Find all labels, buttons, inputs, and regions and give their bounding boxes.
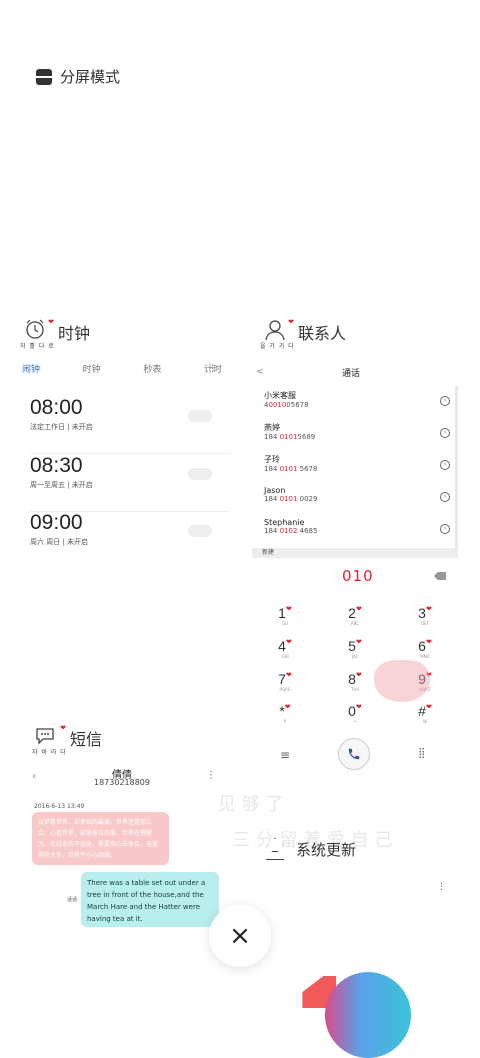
close-all-button[interactable]: ×: [209, 905, 271, 967]
tab-clock[interactable]: 时钟: [83, 362, 101, 375]
chevron-right-icon[interactable]: ›: [440, 428, 450, 438]
sender-label: 话话: [67, 897, 78, 903]
sms-app-header[interactable]: ❤ 자 바 라 다 短信: [32, 724, 103, 756]
contact-item[interactable]: Stephanie 184 0102 4685 ›: [252, 518, 458, 550]
contact-item[interactable]: 子玲 184 0101 5678 ›: [252, 454, 458, 486]
contact-item[interactable]: 燕婷 184 01015689 ›: [252, 422, 458, 454]
alarm-item[interactable]: 09:00 周六 周日 | 未开启: [30, 511, 230, 569]
more-menu-icon[interactable]: ⋮: [437, 882, 446, 892]
contacts-app-title: 联系人: [298, 324, 347, 343]
chevron-right-icon[interactable]: ›: [440, 396, 450, 406]
alarm-desc: 周一至周五 | 未开启: [30, 481, 93, 489]
chevron-right-icon[interactable]: ›: [440, 492, 450, 502]
system-update-header[interactable]: 系统更新: [264, 838, 356, 860]
contact-item[interactable]: Jason 184 0101 0029 ›: [252, 486, 458, 518]
message-date: 2016-6-13 13:49: [34, 803, 85, 810]
upload-arrow-icon: [264, 838, 286, 860]
alarm-item[interactable]: 08:30 周一至周五 | 未开启: [30, 454, 230, 512]
tab-stopwatch[interactable]: 秒表: [143, 362, 161, 375]
dialpad-key[interactable]: 7❤ PQRS: [270, 671, 300, 692]
dialpad-key[interactable]: #❤ W: [410, 703, 440, 724]
dialpad-grid-icon[interactable]: ⣿: [418, 748, 425, 759]
more-menu-icon[interactable]: ⋮: [208, 364, 217, 374]
message-icon: ❤ 자 바 라 다: [32, 724, 67, 756]
more-menu-icon[interactable]: ⋮: [206, 770, 216, 781]
scrollbar[interactable]: [455, 386, 458, 556]
dialpad-key[interactable]: 3❤ DEF: [410, 605, 440, 626]
clock-tabs: 闹钟 时钟 秒表 计时: [22, 362, 222, 375]
close-icon: ×: [229, 921, 251, 951]
alarm-clock-icon: ❤ 자 홀 다 로: [20, 318, 55, 350]
system-update-title: 系统更新: [296, 840, 357, 859]
split-mode-label: 分屏模式: [60, 68, 121, 86]
watermark-text: 见 够 了: [218, 794, 284, 815]
conversation-header: ‹ 倩倩 18730218809 ⋮: [22, 766, 222, 792]
chevron-right-icon[interactable]: ›: [440, 524, 450, 534]
clock-app-header[interactable]: ❤ 자 홀 다 로 时钟: [20, 318, 232, 350]
dialpad-key[interactable]: 2❤ ABC: [340, 605, 370, 626]
dialpad-key[interactable]: 5❤ JKL: [340, 638, 370, 659]
split-screen-icon: [36, 68, 52, 85]
outgoing-message[interactable]: There was a table set out under a tree i…: [81, 872, 219, 927]
alarm-desc: 周六 周日 | 未开启: [30, 538, 89, 546]
heart-decoration: [374, 660, 430, 702]
dialpad-key[interactable]: 6❤ MNO: [410, 638, 440, 659]
contacts-panel: < 通话 小米客服 4001005678 › 燕婷 184 01015689 ›…: [252, 362, 458, 558]
incoming-message[interactable]: 以梦看世界，却使站的最美，世界还是那么会，心看世界，却使身位而事，世界在界驶大。…: [32, 812, 169, 865]
dialpad-key[interactable]: 0❤ +: [340, 703, 370, 724]
chevron-right-icon[interactable]: ›: [440, 460, 450, 470]
dialpad-key[interactable]: 8❤ TUV: [340, 671, 370, 692]
menu-icon[interactable]: ≡: [280, 748, 290, 762]
calls-title: 通话: [342, 368, 361, 379]
alarm-toggle[interactable]: [188, 410, 212, 422]
dialpad-key[interactable]: 4❤ GHI: [270, 638, 300, 659]
tab-alarm[interactable]: 闹钟: [22, 362, 40, 375]
call-button[interactable]: [338, 738, 370, 770]
list-footer: 新建: [252, 548, 458, 558]
logo-shape: [325, 972, 411, 1058]
alarm-toggle[interactable]: [188, 468, 212, 480]
alarm-toggle[interactable]: [188, 525, 212, 537]
dialpad-key[interactable]: 1❤ GU: [270, 605, 300, 626]
dialed-number: 010: [342, 567, 374, 585]
sms-app-title: 短信: [70, 730, 103, 749]
dialpad-key[interactable]: *❤ P: [270, 703, 300, 724]
back-button[interactable]: <: [252, 367, 342, 377]
clock-app-title: 时钟: [58, 324, 91, 343]
backspace-icon[interactable]: [434, 572, 446, 580]
contacts-app-header[interactable]: ❤ 을 가 가 다 联系人: [260, 318, 462, 350]
alarm-desc: 法定工作日 | 未开启: [30, 423, 93, 431]
contact-item[interactable]: 小米客服 4001005678 ›: [252, 390, 458, 422]
contact-number: 18730218809: [94, 778, 150, 787]
split-mode-button[interactable]: 分屏模式: [36, 66, 120, 87]
alarm-item[interactable]: 08:00 法定工作日 | 未开启: [30, 396, 230, 454]
person-icon: ❤ 을 가 가 다: [260, 318, 295, 350]
phone-icon: [348, 748, 360, 760]
